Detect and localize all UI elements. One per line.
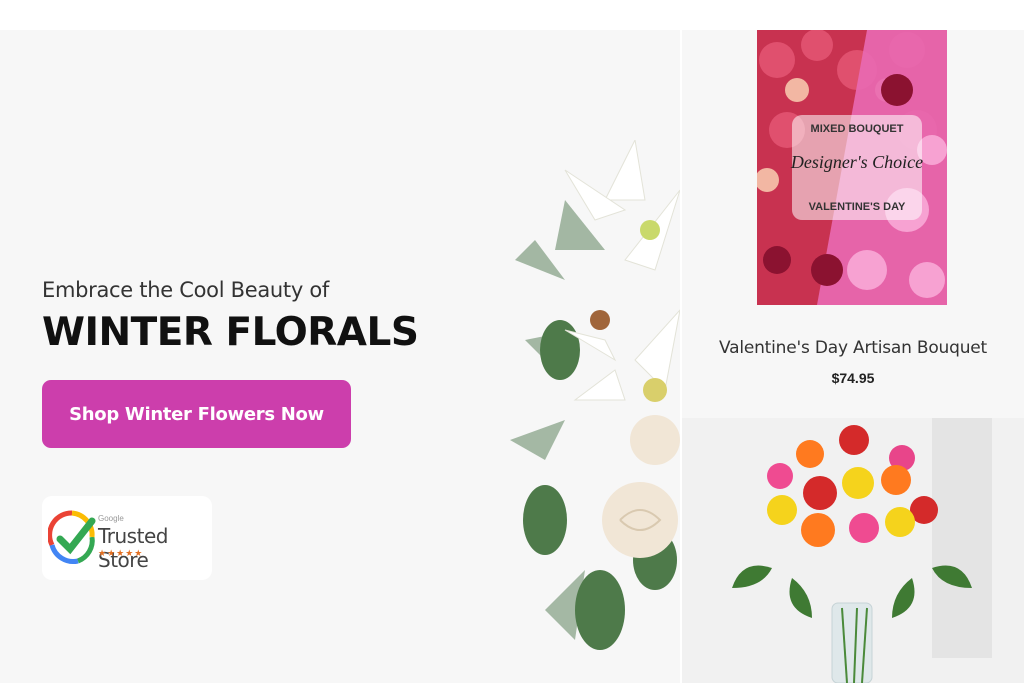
winter-bouquet-image xyxy=(510,140,680,650)
product-name[interactable]: Valentine's Day Artisan Bouquet xyxy=(682,338,1024,358)
hero-headline: WINTER FLORALS xyxy=(42,310,419,355)
badge-stars: ★★★★★ xyxy=(98,548,144,558)
product-image-line1: MIXED BOUQUET xyxy=(811,123,904,135)
product-card[interactable]: MIXED BOUQUET Designer's Choice VALENTIN… xyxy=(682,30,1024,418)
hero-banner: Embrace the Cool Beauty of WINTER FLORAL… xyxy=(0,30,680,683)
product-card-2[interactable] xyxy=(682,418,1024,683)
badge-small-text: Google xyxy=(98,514,124,523)
product-image-line3: VALENTINE'S DAY xyxy=(809,201,906,213)
google-trusted-store-badge[interactable]: Google Trusted Store ★★★★★ xyxy=(42,496,212,580)
hero-tagline: Embrace the Cool Beauty of xyxy=(42,278,329,302)
product-image[interactable]: MIXED BOUQUET Designer's Choice VALENTIN… xyxy=(757,30,947,305)
shop-winter-flowers-button[interactable]: Shop Winter Flowers Now xyxy=(42,380,351,448)
product-image-line2: Designer's Choice xyxy=(790,152,923,172)
google-check-icon xyxy=(48,510,96,564)
product-price: $74.95 xyxy=(831,370,875,386)
rose-bouquet-image[interactable] xyxy=(682,418,1024,683)
